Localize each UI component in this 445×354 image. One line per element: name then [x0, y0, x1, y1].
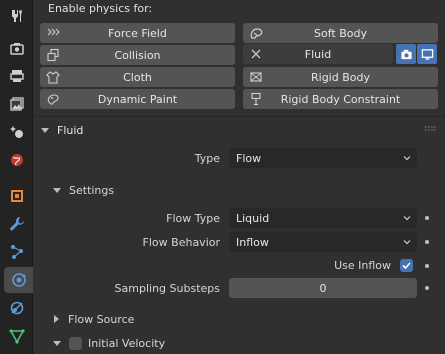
checkmark-icon [402, 262, 411, 270]
chevron-down-icon [403, 240, 411, 245]
initial-velocity-title: Initial Velocity [88, 336, 166, 350]
physics-icon [11, 273, 26, 287]
world-icon [11, 154, 23, 166]
rigid-body-constraint-button[interactable]: Rigid Body Constraint [243, 89, 438, 109]
view-layer-tab[interactable] [4, 91, 30, 117]
chevron-down-icon [403, 216, 411, 221]
tool-tab[interactable] [4, 3, 30, 29]
fluid-panel-header[interactable]: Fluid [33, 117, 445, 143]
settings-title: Settings [69, 183, 115, 197]
sampling-substeps-value: 0 [319, 281, 327, 295]
cloth-button[interactable]: Cloth [40, 67, 235, 87]
initial-velocity-checkbox[interactable] [69, 336, 82, 350]
cloth-icon [46, 70, 60, 84]
scene-tab[interactable] [4, 119, 30, 145]
fluid-label: Fluid [304, 47, 332, 61]
cloth-label: Cloth [123, 70, 152, 84]
collapse-arrow-icon [41, 127, 49, 133]
flow-behavior-label: Flow Behavior [142, 236, 220, 249]
fluid-panel-title: Fluid [57, 123, 84, 137]
flow-type-value: Liquid [236, 211, 270, 225]
drag-handle-icon[interactable] [425, 126, 437, 132]
particles-icon [11, 245, 23, 259]
keyframe-dot[interactable] [425, 240, 429, 244]
data-tab[interactable] [4, 323, 30, 349]
output-icon [10, 70, 24, 82]
properties-tab-strip [0, 0, 33, 354]
initial-velocity-subpanel-header[interactable]: Initial Velocity [33, 330, 445, 354]
use-inflow-checkbox[interactable] [400, 259, 413, 272]
rigid-body-label: Rigid Body [311, 70, 370, 84]
viewport-toggle[interactable] [417, 44, 437, 64]
constraints-icon [10, 301, 24, 315]
modifier-tab[interactable] [4, 211, 30, 237]
rigid-body-constraint-label: Rigid Body Constraint [280, 92, 401, 106]
collision-label: Collision [114, 48, 161, 62]
keyframe-dot[interactable] [425, 264, 429, 268]
flow-type-dropdown[interactable]: Liquid [229, 208, 417, 228]
force-field-icon [46, 26, 60, 40]
soft-body-label: Soft Body [314, 26, 367, 40]
type-label: Type [194, 152, 220, 165]
flow-type-label: Flow Type [166, 212, 220, 225]
flow-behavior-value: Inflow [236, 235, 269, 249]
tool-icon [11, 10, 22, 22]
expand-arrow-icon [54, 315, 59, 323]
type-dropdown[interactable]: Flow [229, 148, 417, 168]
object-tab[interactable] [4, 183, 30, 209]
flow-source-title: Flow Source [68, 312, 135, 326]
sampling-substeps-field[interactable]: 0 [229, 278, 417, 298]
rigid-body-constraint-icon [249, 92, 263, 106]
keyframe-dot[interactable] [425, 286, 429, 290]
physics-tab[interactable] [4, 267, 33, 293]
world-tab[interactable] [4, 147, 30, 173]
camera-icon [400, 49, 412, 59]
force-field-label: Force Field [108, 26, 167, 40]
view-layer-icon [10, 97, 24, 111]
constraints-tab[interactable] [4, 295, 30, 321]
flow-source-subpanel-header[interactable]: Flow Source [33, 306, 445, 332]
force-field-button[interactable]: Force Field [40, 23, 235, 43]
object-icon [11, 190, 23, 202]
collision-button[interactable]: Collision [40, 45, 235, 65]
use-inflow-label: Use Inflow [334, 259, 391, 272]
settings-subpanel-header[interactable]: Settings [33, 177, 445, 203]
dynamic-paint-label: Dynamic Paint [97, 92, 178, 106]
collapse-arrow-icon [53, 340, 61, 346]
collapse-arrow-icon [53, 187, 61, 193]
soft-body-button[interactable]: Soft Body [243, 23, 438, 43]
render-toggle[interactable] [396, 44, 416, 64]
type-value: Flow [236, 151, 262, 165]
particles-tab[interactable] [4, 239, 30, 265]
rigid-body-icon [249, 70, 263, 84]
render-icon [10, 43, 24, 55]
fluid-button[interactable]: Fluid [243, 44, 393, 64]
chevron-down-icon [403, 156, 411, 161]
dynamic-paint-button[interactable]: Dynamic Paint [40, 89, 235, 109]
wrench-icon [10, 217, 24, 231]
dynamic-paint-icon [46, 92, 60, 106]
keyframe-dot[interactable] [425, 216, 429, 220]
close-icon[interactable] [249, 47, 263, 61]
physics-header: Enable physics for: [48, 2, 153, 15]
monitor-icon [421, 48, 433, 60]
scene-icon [10, 126, 23, 138]
properties-panel: Enable physics for: Force Field Soft Bod… [33, 0, 445, 354]
flow-behavior-dropdown[interactable]: Inflow [229, 232, 417, 252]
data-icon [9, 329, 25, 344]
collision-icon [46, 48, 60, 62]
soft-body-icon [249, 26, 263, 40]
sampling-substeps-label: Sampling Substeps [114, 282, 220, 295]
output-tab[interactable] [4, 63, 30, 89]
render-tab[interactable] [4, 35, 30, 61]
rigid-body-button[interactable]: Rigid Body [243, 67, 438, 87]
